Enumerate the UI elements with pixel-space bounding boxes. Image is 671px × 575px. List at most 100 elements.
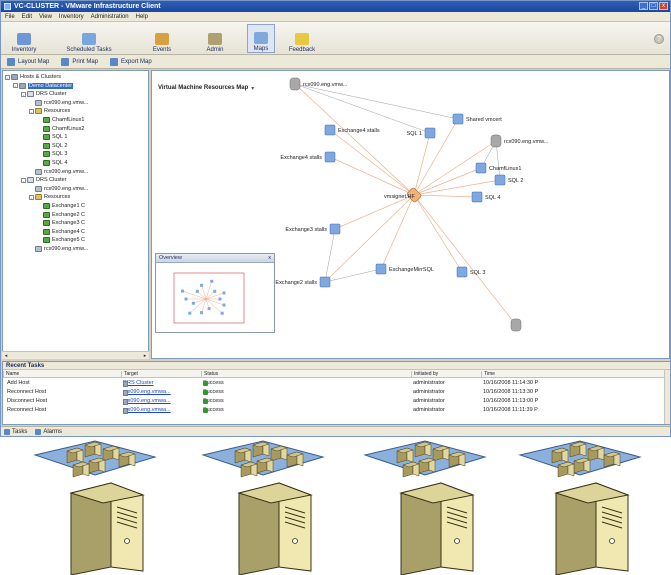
task-row[interactable]: Reconnect Host rcx090.eng.vmwa... Success a… [3,406,670,415]
resource-pool-icon [35,194,42,201]
scroll-right-icon[interactable]: ▸ [142,353,148,359]
col-initiated-by[interactable]: Initiated by [411,371,481,377]
vm-icon[interactable] [375,263,387,275]
tree-item-vm[interactable]: Exchange2 C [43,211,85,219]
tree-item-vm[interactable]: Exchange4 C [43,228,85,236]
task-row[interactable]: Add Host DRS Cluster Success administrator 1… [3,379,670,388]
inventory-button[interactable]: Inventory [7,24,41,53]
print-map-button[interactable]: Print Map [61,57,99,66]
tree-item-vm[interactable]: ChamfLinux1 [43,116,84,124]
tree-item-host[interactable]: rcx090.eng.vmw... [35,245,88,253]
events-button[interactable]: Events [147,24,177,53]
tree-item-cl[interactable]: DRS Cluster [27,176,67,184]
map-node-label: Exchange4 stalls [338,128,380,134]
tree-item-host[interactable]: rcx090.eng.vmw... [35,99,88,107]
tree-item-vm[interactable]: ChamfLinux2 [43,125,84,133]
tree-item-vm[interactable]: SQL 2 [43,142,67,150]
tree-item-dc[interactable]: Hosts & Clusters [11,73,61,81]
task-target[interactable]: rcx090.eng.vmwa... [123,407,171,414]
col-time[interactable]: Time [481,371,666,377]
menu-view[interactable]: View [39,14,52,20]
tree-item-vm[interactable]: Exchange3 C [43,219,85,227]
tree-item-rp[interactable]: Resources [35,193,70,201]
tree-item-host[interactable]: rcx090.eng.vmw... [35,185,88,193]
menu-edit[interactable]: Edit [22,14,32,20]
admin-button[interactable]: Admin [201,24,229,53]
expand-collapse-icon[interactable]: - [21,177,26,183]
tree-item-vm[interactable]: Exchange1 C [43,202,85,210]
help-icon[interactable]: ? [654,34,664,44]
map-title[interactable]: Virtual Machine Resources Map ▾ [158,85,254,92]
overview-node [207,307,211,311]
overview-node [184,297,188,301]
tree-item-host[interactable]: rcx090.eng.vmw... [35,168,88,176]
task-target[interactable]: rcx090.eng.vmwa... [123,389,171,396]
export-map-button[interactable]: Export Map [110,57,152,66]
vm-icon[interactable] [329,223,341,235]
vm-icon[interactable] [452,113,464,125]
expand-collapse-icon[interactable]: - [21,91,26,97]
vm-icon [43,237,50,244]
scheduled-tasks-button[interactable]: Scheduled Tasks [65,24,113,53]
tasks-tab[interactable]: Tasks [4,429,27,435]
tree-item-rp[interactable]: Resources [35,107,70,115]
col-status[interactable]: Status [201,371,411,377]
task-target[interactable]: DRS Cluster [123,380,154,387]
inventory-tree[interactable]: Hosts & Clusters - Demo Datacenter - DRS Clu… [2,70,149,359]
datacenter-icon [11,74,18,80]
menu-inventory[interactable]: Inventory [59,14,84,20]
overview-thumbnail[interactable] [156,263,274,333]
layout-icon [7,57,15,66]
vm-icon[interactable] [456,266,468,278]
maps-button[interactable]: Maps [247,24,275,53]
overview-panel[interactable]: Overview x [155,253,275,333]
close-button[interactable]: x [659,2,668,10]
chevron-down-icon[interactable]: ▾ [251,85,254,92]
host-icon[interactable] [289,77,301,91]
tree-item-dc[interactable]: Demo Datacenter [19,82,74,90]
vm-icon[interactable] [475,162,487,174]
expand-collapse-icon[interactable]: - [29,194,34,200]
tree-item-vm[interactable]: SQL 1 [43,133,67,141]
tree-item-label: DRS Cluster [36,177,67,184]
map-edge [380,194,415,270]
menu-administration[interactable]: Administration [91,14,129,20]
vm-icon[interactable] [494,174,506,186]
vm-icon[interactable] [424,127,436,139]
vm-icon[interactable] [471,191,483,203]
tree-item-cl[interactable]: DRS Cluster [27,90,67,98]
expand-collapse-icon[interactable]: - [29,108,34,114]
minimize-button[interactable]: _ [639,2,648,10]
layout-map-button[interactable]: Layout Map [7,57,49,66]
vm-icon[interactable] [324,124,336,136]
host-icon[interactable] [490,134,502,148]
expand-collapse-icon[interactable]: - [13,83,18,89]
vm-icon[interactable] [324,151,336,163]
col-target[interactable]: Target [121,371,201,377]
host-icon[interactable] [510,318,522,332]
task-target[interactable]: rcx090.eng.vmwa... [123,398,171,405]
task-name-text: Reconnect Host [7,389,47,395]
print-map-label: Print Map [72,58,99,65]
tree-item-vm[interactable]: SQL 3 [43,150,67,158]
tree-horizontal-scrollbar[interactable]: ◂ ▸ [2,351,149,359]
maximize-button[interactable]: □ [649,2,658,10]
tree-item-vm[interactable]: Exchange5 C [43,236,85,244]
overview-node [191,301,195,305]
vm-icon[interactable] [319,276,331,288]
task-initiated-by-text: administrator [413,380,445,386]
menu-file[interactable]: File [5,14,15,20]
tasks-vertical-scrollbar[interactable] [664,370,670,424]
tree-item-vm[interactable]: SQL 4 [43,159,67,167]
close-icon[interactable]: x [268,254,271,263]
scroll-left-icon[interactable]: ◂ [3,353,9,359]
col-name[interactable]: Name [3,371,121,377]
task-row[interactable]: Disconnect Host rcx090.eng.vmwa... Success… [3,397,670,406]
map-panel[interactable]: vmsignet.HF rcx090.eng.vmw... Exchange4 st… [151,70,670,359]
menu-help[interactable]: Help [136,14,148,20]
expand-collapse-icon[interactable]: - [5,74,10,80]
task-row[interactable]: Reconnect Host rcx090.eng.vmwa... Success a… [3,388,670,397]
alarms-tab[interactable]: Alarms [35,429,62,435]
map-node-label: rcx090.eng.vmw... [303,82,348,88]
feedback-button[interactable]: Feedback [285,24,319,53]
